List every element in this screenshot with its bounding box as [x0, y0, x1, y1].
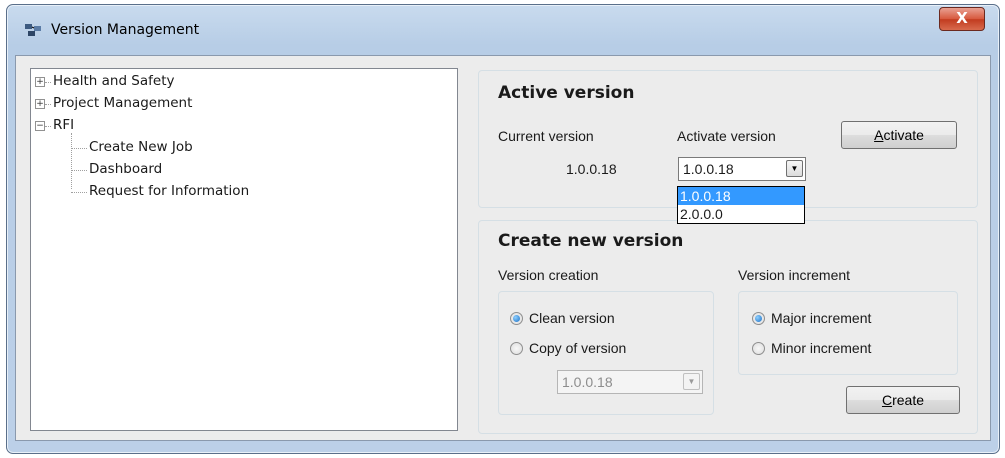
major-increment-radio[interactable]: Major increment [752, 310, 871, 326]
dropdown-option[interactable]: 1.0.0.18 [678, 187, 804, 205]
copy-version-radio[interactable]: Copy of version [510, 340, 626, 356]
version-creation-box: Clean version Copy of version 1.0.0.18 ▼ [498, 291, 714, 415]
activate-version-label: Activate version [677, 128, 776, 144]
activate-button[interactable]: Activate [841, 121, 957, 149]
create-version-title: Create new version [498, 231, 684, 251]
tree-item-rfi[interactable]: RFI [53, 117, 74, 133]
tree-connector [71, 148, 87, 149]
create-button-label: reate [892, 392, 925, 408]
active-version-title: Active version [498, 83, 635, 103]
tree-item-create-new-job[interactable]: Create New Job [89, 139, 193, 155]
collapse-icon[interactable]: − [35, 121, 45, 131]
clean-version-radio[interactable]: Clean version [510, 310, 615, 326]
version-dropdown-list[interactable]: 1.0.0.18 2.0.0.0 [677, 186, 805, 224]
radio-unchecked-icon [752, 342, 765, 355]
minor-increment-radio[interactable]: Minor increment [752, 340, 871, 356]
version-management-window: Version Management X + Health and Safety… [6, 4, 1000, 454]
close-button[interactable]: X [939, 7, 985, 31]
tree-item-dashboard[interactable]: Dashboard [89, 161, 162, 177]
module-tree[interactable]: + Health and Safety + Project Management… [30, 68, 458, 431]
expand-icon[interactable]: + [35, 99, 45, 109]
activate-version-value: 1.0.0.18 [683, 161, 734, 177]
title-bar[interactable]: Version Management X [7, 5, 999, 45]
version-management-icon [25, 24, 41, 36]
activate-button-label: ctivate [883, 127, 924, 143]
tree-connector [71, 170, 87, 171]
version-increment-box: Major increment Minor increment [738, 291, 958, 375]
version-creation-label: Version creation [498, 267, 599, 283]
create-version-panel: Create new version Version creation Vers… [478, 220, 978, 434]
create-button[interactable]: Create [846, 386, 960, 414]
current-version-value: 1.0.0.18 [566, 161, 617, 177]
radio-checked-icon [752, 312, 765, 325]
tree-connector [45, 126, 51, 127]
tree-item-request-for-information[interactable]: Request for Information [89, 183, 249, 199]
tree-item-health-and-safety[interactable]: Health and Safety [53, 73, 175, 89]
radio-unchecked-icon [510, 342, 523, 355]
close-icon: X [956, 9, 968, 27]
tree-connector [71, 192, 87, 193]
minor-increment-label: Minor increment [771, 340, 872, 356]
window-title: Version Management [51, 22, 200, 38]
current-version-label: Current version [498, 128, 594, 144]
major-increment-label: Major increment [771, 310, 872, 326]
clean-version-label: Clean version [529, 310, 615, 326]
dropdown-option[interactable]: 2.0.0.0 [678, 205, 804, 223]
version-increment-label: Version increment [738, 267, 851, 283]
radio-checked-icon [510, 312, 523, 325]
copy-version-label: Copy of version [529, 340, 627, 356]
tree-connector [71, 133, 72, 189]
chevron-down-icon[interactable]: ▼ [786, 160, 803, 177]
tree-item-project-management[interactable]: Project Management [53, 95, 192, 111]
copy-version-select[interactable]: 1.0.0.18 ▼ [557, 370, 703, 394]
tree-connector [45, 82, 51, 83]
create-button-mnemonic: C [881, 392, 893, 408]
chevron-down-icon[interactable]: ▼ [683, 373, 700, 390]
client-area: + Health and Safety + Project Management… [15, 55, 991, 441]
tree-connector [45, 104, 51, 105]
copy-version-value: 1.0.0.18 [562, 374, 613, 390]
expand-icon[interactable]: + [35, 77, 45, 87]
activate-version-select[interactable]: 1.0.0.18 ▼ [678, 157, 806, 181]
